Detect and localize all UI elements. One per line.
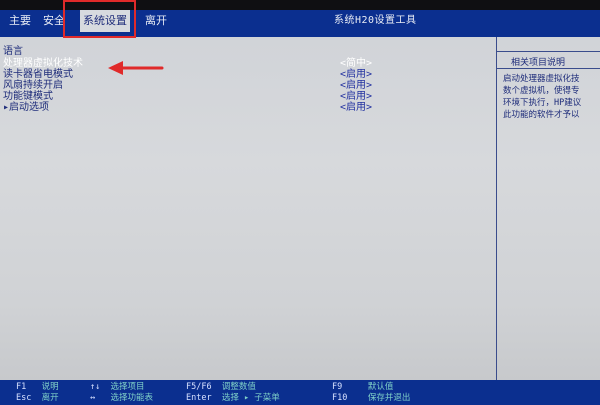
- help-line: 启动处理器虚拟化技: [503, 74, 580, 84]
- key-hint: Enter 选择 ▸ 子菜单: [186, 393, 280, 403]
- key-hint: F9 默认值: [332, 382, 393, 392]
- setting-label: 语言: [3, 46, 23, 57]
- key-desc: 保存并退出: [367, 393, 411, 403]
- setting-label: ▸启动选项: [3, 102, 50, 113]
- key-desc: 离开: [41, 393, 59, 403]
- key-updown: ↑↓: [90, 382, 101, 392]
- key-f10: F10: [332, 393, 348, 403]
- key-hint: ↔ 选择功能表: [90, 393, 153, 403]
- key-esc: Esc: [16, 393, 32, 403]
- key-desc: 选择项目: [110, 382, 145, 392]
- key-hint: F1 说明: [16, 382, 59, 392]
- key-f9: F9: [332, 382, 343, 392]
- key-hint: ↑↓ 选择项目: [90, 382, 145, 392]
- key-desc: 选择功能表: [110, 393, 153, 403]
- bios-screen: 主要 安全 系统设置 离开 系统H20设置工具 语言 处理器虚拟化技术 <简中>…: [0, 0, 600, 405]
- help-panel: 相关项目说明 启动处理器虚拟化技 数个虚拟机，使得专 环境下执行，HP建议 此功…: [496, 37, 600, 380]
- tab-exit[interactable]: 离开: [142, 10, 170, 32]
- annotation-highlight-box: [63, 0, 136, 38]
- annotation-arrow-icon: [108, 61, 164, 75]
- setting-value[interactable]: <启用>: [340, 102, 372, 114]
- utility-title: 系统H20设置工具: [334, 15, 417, 26]
- key-hint: F10 保存并退出: [332, 393, 410, 403]
- key-desc: 说明: [41, 382, 59, 392]
- help-line: 数个虚拟机，使得专: [503, 86, 580, 96]
- help-line: 环境下执行，HP建议: [503, 98, 582, 108]
- tab-main[interactable]: 主要: [6, 10, 34, 32]
- setting-row-language[interactable]: 语言: [0, 46, 495, 58]
- key-desc: 选择 ▸ 子菜单: [221, 393, 280, 403]
- key-desc: 默认值: [367, 382, 394, 392]
- setting-row-boot-options[interactable]: ▸启动选项 <启用>: [0, 102, 495, 114]
- help-title: 相关项目说明: [511, 58, 566, 68]
- key-leftright: ↔: [90, 393, 96, 403]
- key-help-bar: F1 说明 Esc 离开 ↑↓ 选择项目 ↔ 选择功能表 F5/F6 调整数值 …: [0, 380, 600, 405]
- key-hint: Esc 离开: [16, 393, 59, 403]
- key-hint: F5/F6 调整数值: [186, 382, 256, 392]
- key-f5f6: F5/F6: [186, 382, 212, 392]
- help-line: 此功能的软件才予以: [503, 110, 580, 120]
- key-desc: 调整数值: [221, 382, 256, 392]
- help-text: 启动处理器虚拟化技 数个虚拟机，使得专 环境下执行，HP建议 此功能的软件才予以: [503, 73, 599, 121]
- key-enter: Enter: [186, 393, 212, 403]
- key-f1: F1: [16, 382, 27, 392]
